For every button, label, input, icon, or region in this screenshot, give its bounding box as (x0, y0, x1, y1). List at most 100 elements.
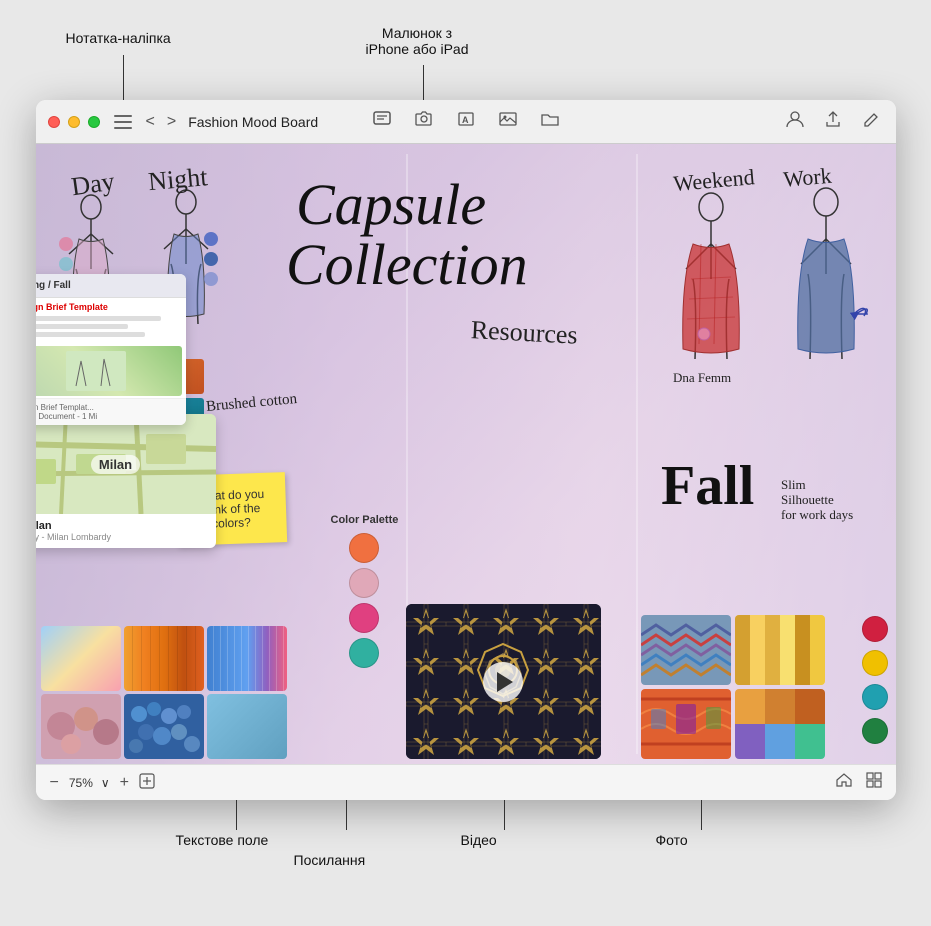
image-flowers (41, 694, 121, 759)
image-fabric-orange (124, 626, 204, 691)
ann-line-textbox (236, 800, 237, 830)
svg-text:Weekend: Weekend (672, 164, 755, 194)
svg-text:Dna Femm: Dna Femm (673, 370, 731, 385)
photo-chevron (641, 615, 731, 685)
image-gradient-swatch (41, 626, 121, 691)
folder-tool-button[interactable] (537, 109, 563, 134)
image-placeholder (207, 694, 287, 759)
doc-card-title: Design Brief Template (36, 298, 186, 314)
back-button[interactable]: < (142, 111, 159, 133)
close-button[interactable] (48, 116, 60, 128)
palette-swatch-light-pink (349, 568, 379, 598)
bottom-left-images (41, 626, 287, 759)
map-area: Milan (36, 414, 216, 514)
camera-tool-button[interactable] (411, 109, 437, 134)
person-name-label: Dna Femm (671, 364, 751, 393)
photo-stripes (735, 615, 825, 685)
titlebar: < > Fashion Mood Board A (36, 100, 896, 144)
fall-text: Fall (656, 449, 796, 514)
zoom-dropdown[interactable]: ∨ (101, 776, 110, 790)
forward-button[interactable]: > (163, 111, 180, 133)
ann-line-photo (701, 800, 702, 830)
textbox-tool-button[interactable]: A (453, 109, 479, 134)
svg-text:Fall: Fall (661, 455, 754, 509)
night-label: Night (146, 159, 226, 199)
palette-swatch-teal (349, 638, 379, 668)
annotation-photo-label: Фото (656, 832, 688, 848)
zoom-add-view-button[interactable] (139, 773, 155, 792)
canvas-area: Capsule Collection Day Night (36, 144, 896, 764)
dot-teal (862, 684, 888, 710)
dot-red (862, 616, 888, 642)
palette-swatch-orange (349, 533, 379, 563)
doc-card-header: Spring / Fall (36, 274, 186, 298)
app-window: < > Fashion Mood Board A (36, 100, 896, 800)
fullscreen-button[interactable] (88, 116, 100, 128)
right-toolbar (782, 108, 884, 135)
window-title: Fashion Mood Board (188, 114, 318, 130)
annotation-video-label: Відео (461, 832, 497, 848)
edit-button[interactable] (858, 108, 884, 135)
ann-line-link (346, 800, 347, 830)
zoom-in-button[interactable]: + (118, 772, 131, 794)
doc-card-lines (36, 314, 186, 344)
center-toolbar: A (369, 109, 563, 134)
svg-text:Day: Day (69, 167, 116, 199)
home-button[interactable] (834, 770, 854, 795)
work-label: Work (781, 156, 851, 196)
right-color-dots (862, 616, 888, 744)
svg-text:A: A (462, 115, 469, 125)
share-button[interactable] (820, 108, 846, 135)
image-ribbons (207, 626, 287, 691)
annotation-line-iphone (423, 65, 424, 100)
color-palette-section: Color Palette (331, 514, 399, 668)
map-card[interactable]: Milan Milan City - Milan Lombardy (36, 414, 216, 548)
annotation-textbox-label: Текстове поле (176, 832, 269, 848)
sidebar-toggle-button[interactable] (114, 115, 132, 129)
document-card[interactable]: Spring / Fall Design Brief Template Desi… (36, 274, 186, 425)
map-city-label: Milan (91, 455, 140, 474)
collaborate-button[interactable] (782, 108, 808, 135)
zoom-out-button[interactable]: − (48, 772, 61, 794)
minimize-button[interactable] (68, 116, 80, 128)
doc-card-image (36, 346, 182, 396)
annotation-link-label: Посилання (294, 852, 366, 868)
svg-text:Work: Work (782, 163, 832, 191)
image-tool-button[interactable] (495, 109, 521, 134)
svg-text:Slim: Slim (781, 477, 806, 492)
palette-swatch-pink (349, 603, 379, 633)
brushed-cotton-label: Brushed cotton (205, 390, 298, 417)
bottom-right-tools (834, 770, 884, 795)
photo-tribal (641, 689, 731, 759)
svg-text:for work days: for work days (781, 507, 853, 522)
video-element[interactable] (406, 604, 601, 759)
svg-text:Night: Night (147, 162, 209, 194)
svg-text:Resources: Resources (470, 315, 578, 349)
bottom-annotations-area: Текстове поле Посилання Відео Фото (36, 800, 896, 880)
image-blue-candy (124, 694, 204, 759)
annotation-iphone-drawing: Малюнок з iPhone або iPad (366, 25, 469, 57)
color-palette-label: Color Palette (331, 514, 399, 527)
weekend-label: Weekend (671, 159, 771, 199)
map-footer: Milan City - Milan Lombardy (36, 514, 216, 548)
dot-green (862, 718, 888, 744)
capsule-collection-title: Capsule Collection (276, 169, 636, 304)
annotation-line-sticky (123, 55, 124, 100)
svg-text:Silhouette: Silhouette (781, 492, 834, 507)
annotation-sticky-note: Нотатка-наліпка (66, 30, 171, 46)
svg-text:Capsule: Capsule (296, 172, 486, 237)
fashion-figure-weekend (661, 189, 761, 379)
fashion-figure-work (776, 184, 876, 384)
right-photos-grid (641, 615, 825, 759)
play-button[interactable] (483, 662, 523, 702)
grid-button[interactable] (864, 770, 884, 795)
traffic-lights (48, 116, 100, 128)
silhouette-label: SlimSilhouettefor work days (776, 474, 886, 535)
note-tool-button[interactable] (369, 109, 395, 134)
top-annotations-area: Нотатка-наліпка Малюнок з iPhone або iPa… (36, 20, 896, 100)
palette-swatches (331, 533, 399, 668)
divider-right (636, 154, 638, 754)
doc-card-footer: Design Brief Templat... Pages Document -… (36, 398, 186, 425)
zoom-percentage: 75% (69, 776, 93, 790)
dot-yellow (862, 650, 888, 676)
